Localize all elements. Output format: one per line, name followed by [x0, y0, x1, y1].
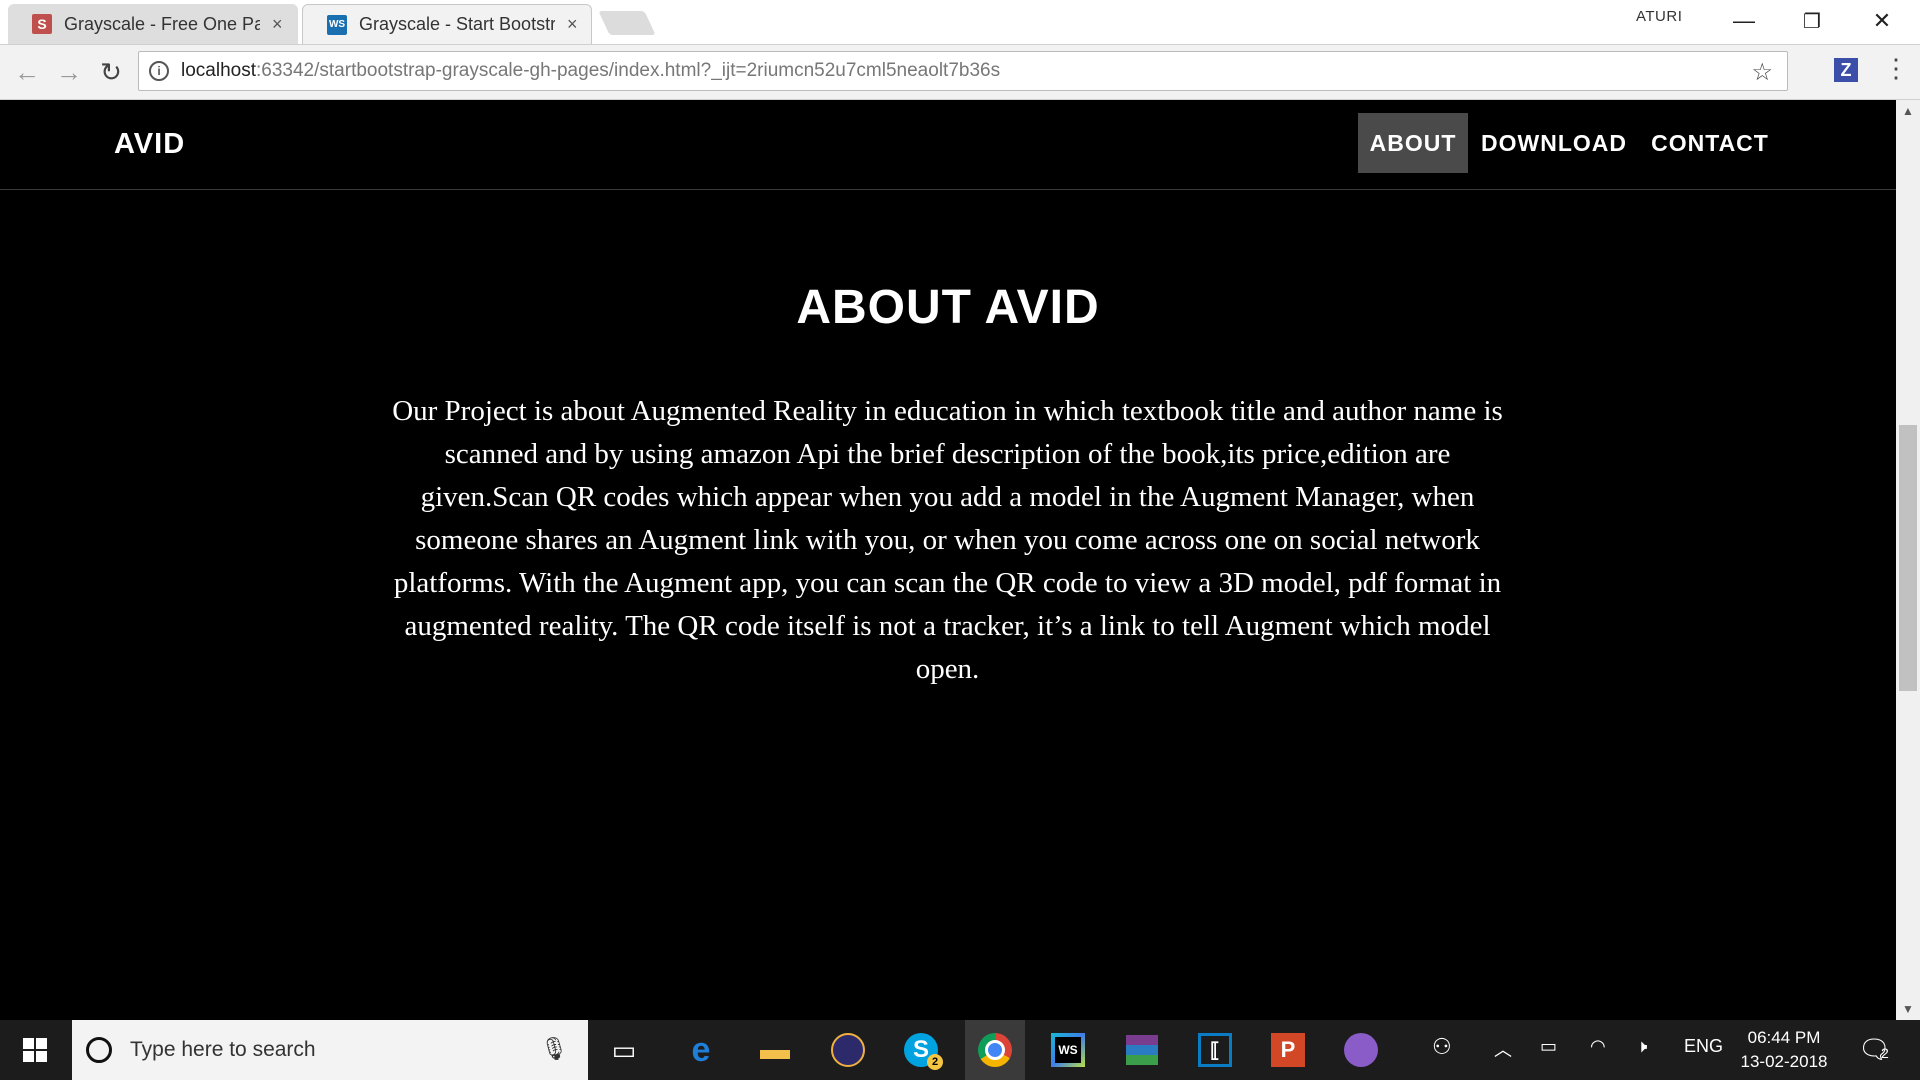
webstorm-icon[interactable]: WS — [1046, 1028, 1090, 1072]
file-explorer-icon[interactable]: ▬ — [753, 1028, 797, 1072]
tab-title: Grayscale - Free One Page — [64, 13, 260, 34]
forward-arrow-icon[interactable]: → — [52, 55, 86, 89]
tab-favicon-icon: S — [32, 14, 52, 34]
wifi-icon[interactable]: ◠ — [1590, 1036, 1606, 1057]
about-description: Our Project is about Augmented Reality i… — [392, 395, 1503, 685]
window-close-icon[interactable]: ✕ — [1852, 4, 1912, 38]
volume-muted-icon[interactable]: 🕨 — [1636, 1036, 1647, 1057]
back-arrow-icon[interactable]: ← — [10, 55, 44, 89]
browser-toolbar: ← → ↻ i localhost:63342/startbootstrap-g… — [0, 45, 1920, 100]
github-icon[interactable] — [1339, 1028, 1383, 1072]
tab-grayscale-free[interactable]: S Grayscale - Free One Page × — [8, 4, 298, 44]
skype-badge: 2 — [927, 1054, 943, 1070]
site-navbar: AVID ABOUT DOWNLOAD CONTACT — [0, 100, 1896, 190]
clock-date: 13-02-2018 — [1740, 1052, 1828, 1071]
scroll-down-icon[interactable]: ▼ — [1896, 1000, 1920, 1018]
clock-time: 06:44 PM — [1747, 1028, 1821, 1047]
people-icon[interactable]: ⚇ — [1432, 1034, 1452, 1060]
start-button[interactable] — [0, 1020, 70, 1080]
search-placeholder: Type here to search — [130, 1038, 316, 1061]
nav-about[interactable]: ABOUT — [1358, 113, 1468, 173]
chrome-icon[interactable] — [965, 1020, 1025, 1080]
about-title: ABOUT AVID — [796, 281, 1100, 334]
microphone-icon[interactable]: 🎙 — [540, 1036, 568, 1062]
brand-logo[interactable]: AVID — [114, 128, 185, 161]
windows-taskbar: Type here to search 🎙 ▭ e ▬ S 2 WS ⟦ P ⚇… — [0, 1020, 1920, 1080]
chevron-up-icon[interactable]: ︿ — [1494, 1036, 1512, 1062]
tab-favicon-icon: WS — [327, 14, 347, 35]
nav-contact[interactable]: CONTACT — [1644, 113, 1776, 173]
tab-grayscale-start[interactable]: WS Grayscale - Start Bootstrap × — [302, 4, 592, 44]
tab-title: Grayscale - Start Bootstrap — [359, 14, 555, 34]
close-icon[interactable]: × — [567, 14, 578, 35]
url-text: localhost:63342/startbootstrap-grayscale… — [181, 60, 1001, 81]
windows-logo-icon — [23, 1038, 47, 1062]
notification-count: 2 — [1881, 1045, 1889, 1061]
reload-icon[interactable]: ↻ — [94, 55, 128, 89]
page-scrollbar[interactable]: ▲ ▼ — [1896, 100, 1920, 1020]
task-view-icon[interactable]: ▭ — [602, 1028, 646, 1072]
winrar-icon[interactable] — [1120, 1028, 1164, 1072]
minimize-icon[interactable]: — — [1714, 4, 1774, 38]
cortana-icon — [86, 1037, 112, 1063]
new-tab-button[interactable] — [598, 11, 656, 35]
skype-icon[interactable]: S 2 — [899, 1028, 943, 1072]
restore-icon[interactable]: ❐ — [1782, 4, 1842, 38]
system-clock[interactable]: 06:44 PM 13-02-2018 — [1734, 1026, 1834, 1074]
scroll-up-icon[interactable]: ▲ — [1896, 102, 1920, 120]
nav-download[interactable]: DOWNLOAD — [1474, 113, 1634, 173]
address-bar[interactable]: i localhost:63342/startbootstrap-graysca… — [138, 51, 1788, 91]
language-indicator[interactable]: ENG — [1684, 1036, 1723, 1057]
browser-menu-icon[interactable]: ⋮ — [1883, 55, 1909, 81]
bracket-app-icon[interactable]: ⟦ — [1193, 1028, 1237, 1072]
extension-icon[interactable]: Z — [1834, 58, 1858, 82]
battery-icon[interactable]: ▭ — [1540, 1036, 1557, 1057]
page-viewport: AVID ABOUT DOWNLOAD CONTACT ABOUT AVID O… — [0, 100, 1896, 1020]
eclipse-icon[interactable] — [826, 1028, 870, 1072]
scrollbar-thumb[interactable] — [1899, 425, 1917, 691]
action-center-icon[interactable]: 🗨2 — [1858, 1034, 1891, 1065]
info-icon[interactable]: i — [149, 61, 169, 81]
bookmark-star-icon[interactable]: ☆ — [1751, 58, 1773, 87]
powerpoint-icon[interactable]: P — [1266, 1028, 1310, 1072]
taskbar-search[interactable]: Type here to search 🎙 — [72, 1020, 588, 1080]
close-icon[interactable]: × — [272, 14, 283, 35]
edge-icon[interactable]: e — [679, 1028, 723, 1072]
window-user-label: ATURI — [1636, 8, 1683, 25]
browser-tabstrip: S Grayscale - Free One Page × WS Graysca… — [0, 0, 1920, 45]
